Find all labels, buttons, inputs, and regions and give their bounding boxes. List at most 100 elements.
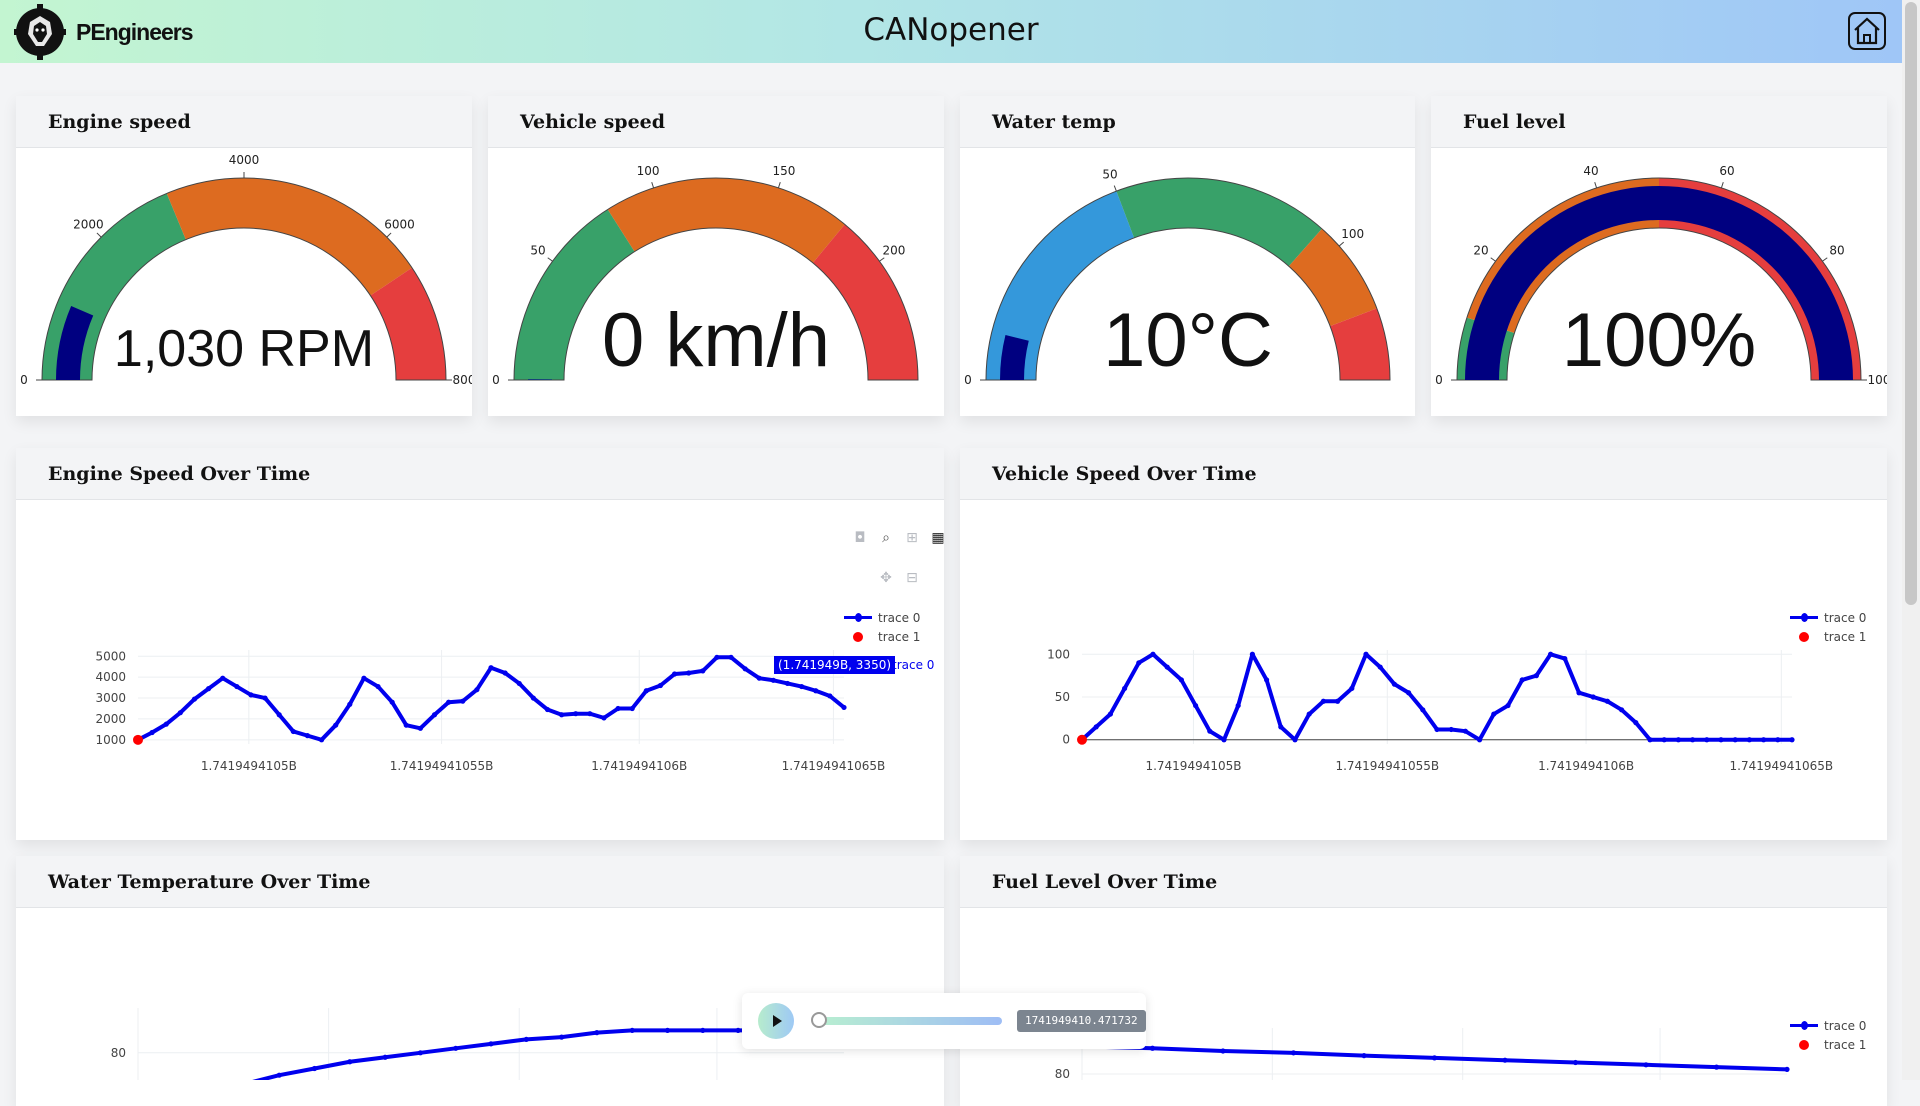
series-point — [318, 737, 325, 743]
legend-item-trace-0[interactable]: trace 0 — [844, 608, 920, 627]
gauge-band — [166, 178, 412, 296]
series-point — [361, 675, 367, 681]
series-point — [1207, 728, 1213, 734]
series-point — [1391, 681, 1397, 687]
legend-item-trace-0[interactable]: trace 0 — [1790, 608, 1866, 627]
series-point — [1406, 690, 1412, 696]
series-point — [1661, 737, 1667, 743]
series-point — [1361, 1053, 1367, 1059]
series-point — [1491, 711, 1497, 717]
series-point — [177, 710, 183, 716]
legend-label: trace 1 — [878, 629, 921, 644]
zoom-in-icon[interactable]: ⊞ — [904, 530, 920, 546]
card-header: Vehicle speed — [488, 96, 944, 148]
legend-item-trace-1[interactable]: trace 1 — [1790, 1035, 1866, 1054]
gauge-tick — [1822, 257, 1828, 262]
legend-item-trace-1[interactable]: trace 1 — [1790, 627, 1866, 646]
series-point — [191, 696, 198, 702]
y-tick-label: 80 — [111, 1046, 126, 1060]
play-button[interactable] — [758, 1003, 794, 1039]
legend-item-trace-1[interactable]: trace 1 — [844, 627, 920, 646]
zoom-out-icon[interactable]: ⊟ — [904, 570, 920, 586]
series-point — [347, 1059, 353, 1065]
series-point — [1235, 702, 1241, 709]
x-tick-label: 1.74194941065B — [782, 759, 886, 773]
series-point — [1572, 1059, 1579, 1066]
autoscale-icon[interactable]: ▦ — [930, 530, 946, 546]
x-tick-label: 1.7419494106B — [591, 759, 687, 773]
series-point — [431, 712, 438, 718]
legend-label: trace 0 — [1824, 1018, 1867, 1033]
page-scrollbar[interactable] — [1902, 0, 1920, 1080]
time-slider-value: 1741949410.471732 — [1017, 1010, 1146, 1032]
gauge-value-text: 10°C — [1103, 298, 1273, 383]
gauge-tick-label: 100 — [1341, 227, 1364, 241]
legend-item-trace-0[interactable]: trace 0 — [1790, 1016, 1866, 1035]
time-slider-handle[interactable] — [811, 1012, 827, 1028]
series-point — [1633, 720, 1639, 726]
series-point — [1149, 1045, 1156, 1051]
series-point — [304, 733, 311, 739]
series-point — [1690, 737, 1696, 743]
y-tick-label: 2000 — [95, 712, 126, 726]
scrollbar-thumb[interactable] — [1905, 2, 1917, 605]
series-point — [799, 683, 805, 690]
series-point — [601, 715, 607, 721]
gauge-tick-label: 40 — [1583, 164, 1598, 178]
play-icon — [773, 1015, 782, 1027]
gauge-tick-label: 80 — [1829, 244, 1844, 258]
series-point — [1675, 737, 1681, 743]
y-tick-label: 5000 — [95, 649, 126, 663]
series-point — [375, 683, 381, 690]
series-point — [1290, 1050, 1297, 1056]
gauge-tick-label: 0 — [1435, 373, 1443, 387]
water-temp-gauge: 0 50 100 10°C — [964, 167, 1391, 387]
series-point — [1292, 737, 1298, 743]
series-point — [1220, 1048, 1226, 1054]
home-button[interactable] — [1848, 12, 1886, 50]
series-point — [1548, 651, 1554, 657]
series-point — [700, 668, 706, 674]
series-point — [700, 1027, 706, 1033]
legend-label: trace 1 — [1824, 629, 1867, 644]
series-point — [417, 725, 423, 731]
camera-icon[interactable]: ◘ — [852, 530, 868, 546]
legend-line-swatch — [844, 613, 872, 622]
series-point — [523, 1036, 529, 1042]
series-point — [559, 712, 565, 718]
series-point — [460, 698, 466, 704]
series-point — [1746, 737, 1752, 743]
series-point — [728, 654, 734, 660]
series-point — [333, 722, 339, 728]
series-point — [1502, 1057, 1508, 1063]
series-point — [389, 699, 395, 705]
gauge-tick — [879, 257, 885, 262]
chart-modebar-row2: ✥ ⊟ — [878, 570, 920, 586]
gauge-tick-label: 100 — [1868, 373, 1887, 387]
series-point — [671, 671, 678, 677]
series-point — [1604, 698, 1610, 704]
series-marker — [1077, 734, 1087, 745]
gauge-tick-label: 50 — [530, 244, 545, 258]
hover-trace-name: trace 0 — [892, 658, 935, 672]
time-slider-track[interactable] — [817, 1017, 1002, 1025]
chart-card-engine-speed: Engine Speed Over Time 1.7419494105B 1.74… — [16, 448, 946, 840]
vehicle-speed-chart[interactable]: 1.7419494105B 1.74194941055B 1.7419494106B… — [960, 500, 1887, 840]
gauge-tick-label: 50 — [1102, 167, 1117, 181]
gauge-tick-label: 0 — [964, 373, 972, 387]
legend-label: trace 0 — [1824, 610, 1867, 625]
series-point — [262, 695, 268, 701]
series-point — [629, 705, 635, 712]
y-tick-label: 4000 — [95, 670, 126, 684]
series-point — [234, 683, 240, 690]
series-point — [643, 688, 649, 694]
pan-icon[interactable]: ✥ — [878, 570, 894, 586]
x-tick-label: 1.7419494105B — [1145, 759, 1241, 773]
series-point — [1349, 685, 1355, 692]
series-point — [1619, 707, 1625, 713]
top-bar: PEngineers CANopener — [0, 0, 1902, 63]
gauge-tick-label: 2000 — [73, 217, 104, 231]
zoom-icon[interactable]: ⌕ — [878, 530, 894, 546]
series-point — [1221, 737, 1227, 743]
card-title: Engine Speed Over Time — [48, 463, 311, 485]
